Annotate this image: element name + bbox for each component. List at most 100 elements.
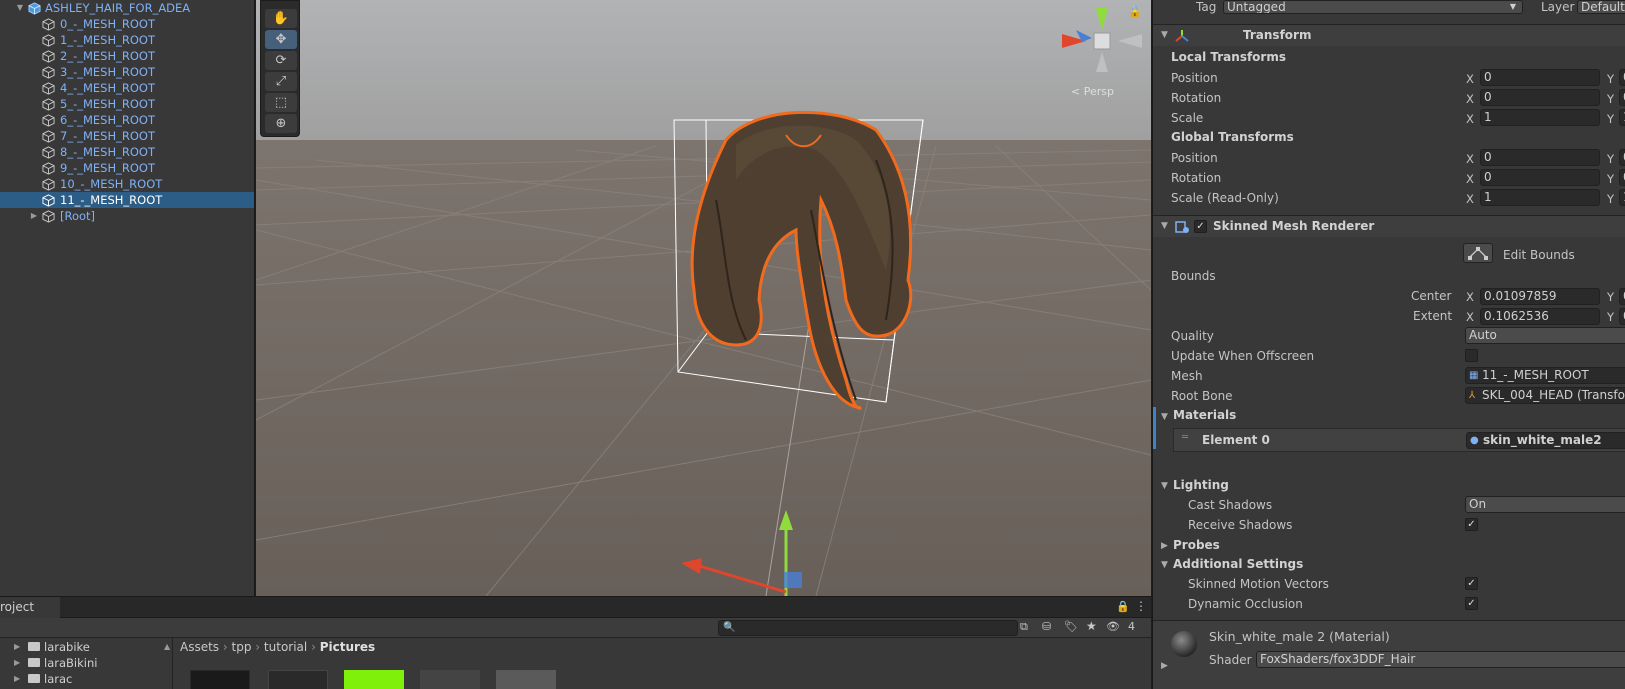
fold-arrow-icon[interactable]: ▼ bbox=[1161, 221, 1168, 231]
y-field[interactable]: 0 bbox=[1619, 149, 1625, 166]
tree-divider[interactable] bbox=[172, 638, 173, 689]
breadcrumb-assets[interactable]: Assets bbox=[180, 640, 219, 654]
hierarchy-item[interactable]: 1_-_MESH_ROOT bbox=[0, 32, 254, 48]
layer-dropdown[interactable]: Default bbox=[1577, 0, 1625, 14]
hierarchy-item-root[interactable]: ▶ [Root] bbox=[0, 208, 254, 224]
hierarchy-item[interactable]: 6_-_MESH_ROOT bbox=[0, 112, 254, 128]
x-field[interactable]: 1 bbox=[1480, 109, 1600, 126]
skinned-motion-vectors-checkbox[interactable]: ✓ bbox=[1465, 577, 1478, 590]
center-x-field[interactable]: 0.01097859 bbox=[1480, 288, 1600, 305]
drag-handle-icon[interactable]: ═ bbox=[1182, 432, 1188, 443]
rotate-tool-button[interactable]: ⟳ bbox=[265, 51, 297, 70]
y-field[interactable]: 1 bbox=[1619, 109, 1625, 126]
more-options-icon[interactable]: ⋮ bbox=[1135, 599, 1147, 613]
rect-tool-button[interactable]: ⬚ bbox=[265, 93, 297, 112]
breadcrumb-tutorial[interactable]: tutorial bbox=[264, 640, 307, 654]
asset-thumbnail[interactable] bbox=[344, 670, 404, 689]
expand-triangle-icon[interactable]: ▼ bbox=[15, 0, 25, 16]
visibility-icon[interactable]: 👁 bbox=[1106, 620, 1120, 633]
breadcrumb-pictures[interactable]: Pictures bbox=[320, 640, 376, 654]
root-bone-object-field[interactable]: ⅄ SKL_004_HEAD (Transform) bbox=[1465, 387, 1625, 404]
x-field[interactable]: 0 bbox=[1480, 89, 1600, 106]
fold-arrow-icon[interactable]: ▼ bbox=[1161, 481, 1168, 491]
center-y-field[interactable]: 0 bbox=[1619, 288, 1625, 305]
cast-shadows-dropdown[interactable]: On bbox=[1465, 496, 1625, 513]
element0-object-field[interactable]: ● skin_white_male2 bbox=[1466, 432, 1625, 449]
fold-arrow-icon[interactable]: ▼ bbox=[1161, 412, 1168, 422]
asset-thumbnail[interactable] bbox=[420, 670, 480, 689]
y-field[interactable]: 0 bbox=[1619, 69, 1625, 86]
extent-y-field[interactable]: 0 bbox=[1619, 308, 1625, 325]
tab-project[interactable]: roject bbox=[0, 597, 60, 618]
hierarchy-item[interactable]: 11_-_MESH_ROOT bbox=[0, 192, 254, 208]
extent-x-field[interactable]: 0.1062536 bbox=[1480, 308, 1600, 325]
gameobject-cube-icon bbox=[42, 18, 55, 31]
hierarchy-item[interactable]: 0_-_MESH_ROOT bbox=[0, 16, 254, 32]
x-field[interactable]: 0 bbox=[1480, 69, 1600, 86]
hierarchy-item[interactable]: 8_-_MESH_ROOT bbox=[0, 144, 254, 160]
hierarchy-item-label: 7_-_MESH_ROOT bbox=[60, 129, 155, 143]
transform-header[interactable]: ▼ Transform bbox=[1153, 24, 1625, 46]
fold-arrow-icon[interactable]: ▼ bbox=[1161, 560, 1168, 570]
y-field[interactable]: 1 bbox=[1619, 189, 1625, 206]
asset-thumbnail[interactable] bbox=[268, 670, 328, 689]
scroll-up-icon[interactable]: ▲ bbox=[164, 642, 170, 651]
update-offscreen-checkbox[interactable] bbox=[1465, 349, 1478, 362]
hierarchy-item[interactable]: 9_-_MESH_ROOT bbox=[0, 160, 254, 176]
hierarchy-item[interactable]: 7_-_MESH_ROOT bbox=[0, 128, 254, 144]
gizmo-lock-icon[interactable]: 🔒 bbox=[1128, 5, 1142, 18]
scene-view[interactable]: 🔒 ✋ ✥ ⟳ ⤢ ⬚ ⊕ < Persp bbox=[256, 0, 1151, 596]
hierarchy-item[interactable]: 4_-_MESH_ROOT bbox=[0, 80, 254, 96]
material-element-row[interactable]: ═ Element 0 ● skin_white_male2 bbox=[1173, 428, 1625, 452]
label-icon[interactable]: 🏷 bbox=[1064, 620, 1078, 633]
hierarchy-item[interactable]: 5_-_MESH_ROOT bbox=[0, 96, 254, 112]
shader-dropdown[interactable]: FoxShaders/fox3DDF_Hair bbox=[1256, 651, 1625, 668]
breadcrumb-tpp[interactable]: tpp bbox=[232, 640, 252, 654]
tag-dropdown[interactable]: Untagged ▼ bbox=[1223, 0, 1523, 14]
skinned-mesh-renderer-header[interactable]: ▼ ✓ Skinned Mesh Renderer bbox=[1153, 215, 1625, 237]
expand-triangle-icon[interactable]: ▶ bbox=[14, 655, 20, 671]
search-by-type-icon[interactable]: ⧉ bbox=[1020, 620, 1028, 634]
receive-shadows-checkbox[interactable]: ✓ bbox=[1465, 518, 1478, 531]
y-field[interactable]: 0 bbox=[1619, 89, 1625, 106]
quality-dropdown[interactable]: Auto bbox=[1465, 327, 1625, 344]
y-axis-label: Y bbox=[1607, 92, 1615, 106]
expand-triangle-icon[interactable]: ▶ bbox=[14, 639, 20, 655]
perspective-label[interactable]: < Persp bbox=[1071, 85, 1114, 98]
transform-row-label: Scale bbox=[1171, 111, 1204, 125]
material-header[interactable]: Skin_white_male 2 (Material) ▶ Shader Fo… bbox=[1153, 620, 1625, 689]
edit-bounds-button[interactable] bbox=[1463, 243, 1493, 263]
mesh-object-field[interactable]: ▦ 11_-_MESH_ROOT bbox=[1465, 367, 1625, 384]
hierarchy-item[interactable]: 10_-_MESH_ROOT bbox=[0, 176, 254, 192]
hierarchy-item[interactable]: 3_-_MESH_ROOT bbox=[0, 64, 254, 80]
hierarchy-item-label: 9_-_MESH_ROOT bbox=[60, 161, 155, 175]
lock-icon[interactable]: 🔒 bbox=[1116, 600, 1130, 613]
filter-icon[interactable]: ⛁ bbox=[1042, 620, 1051, 633]
asset-thumbnail[interactable] bbox=[190, 670, 250, 689]
inspector-panel: Tag Untagged ▼ Layer Default ▼ Transform… bbox=[1152, 0, 1625, 689]
y-field[interactable]: 0 bbox=[1619, 169, 1625, 186]
expand-triangle-icon[interactable]: ▶ bbox=[14, 671, 20, 687]
folder-icon bbox=[28, 658, 40, 667]
transform-row-label: Rotation bbox=[1171, 171, 1222, 185]
hierarchy-item[interactable]: 2_-_MESH_ROOT bbox=[0, 48, 254, 64]
fold-arrow-icon[interactable]: ▶ bbox=[1161, 541, 1168, 551]
transform-tool-button[interactable]: ⊕ bbox=[265, 114, 297, 133]
enabled-checkbox[interactable]: ✓ bbox=[1194, 220, 1207, 233]
scale-tool-button[interactable]: ⤢ bbox=[265, 72, 297, 91]
dynamic-occlusion-checkbox[interactable]: ✓ bbox=[1465, 597, 1478, 610]
fold-arrow-icon[interactable]: ▶ bbox=[1161, 661, 1168, 671]
favorite-star-icon[interactable]: ★ bbox=[1086, 619, 1097, 633]
x-field[interactable]: 0 bbox=[1480, 169, 1600, 186]
fold-arrow-icon[interactable]: ▼ bbox=[1161, 30, 1168, 40]
x-field[interactable]: 0 bbox=[1480, 149, 1600, 166]
search-input[interactable]: 🔍 bbox=[718, 620, 1018, 636]
x-field[interactable]: 1 bbox=[1480, 189, 1600, 206]
gameobject-cube-icon bbox=[42, 162, 55, 175]
asset-thumbnail[interactable] bbox=[496, 670, 556, 689]
scene-canvas[interactable]: 🔒 bbox=[256, 0, 1151, 596]
hierarchy-root-item[interactable]: ▼ ASHLEY_HAIR_FOR_ADEA bbox=[0, 0, 254, 16]
move-tool-button[interactable]: ✥ bbox=[265, 30, 297, 49]
expand-triangle-icon[interactable]: ▶ bbox=[29, 208, 39, 224]
hand-tool-button[interactable]: ✋ bbox=[265, 9, 297, 28]
